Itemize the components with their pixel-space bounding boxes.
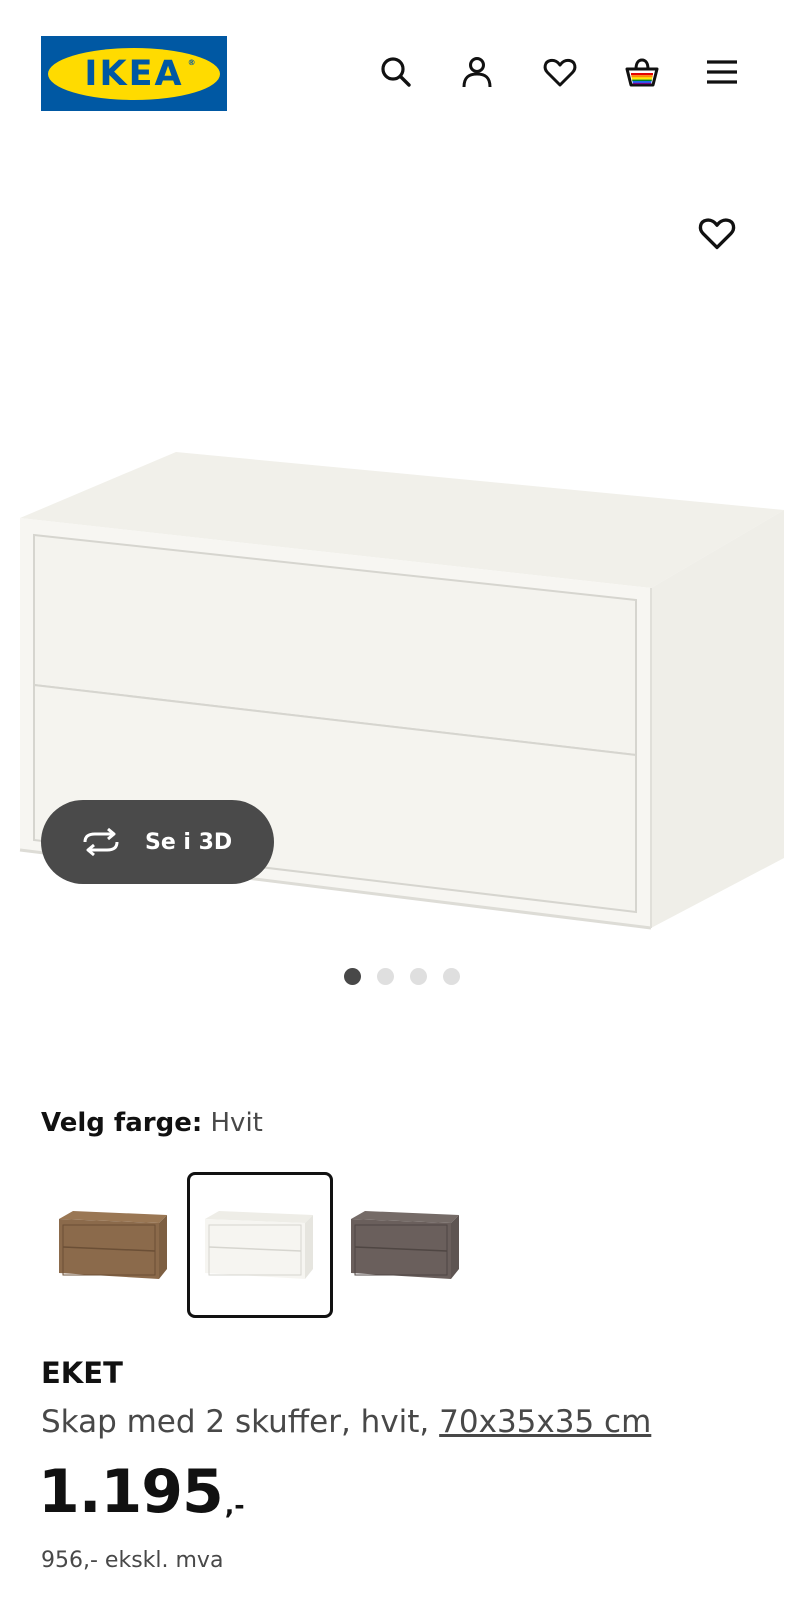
profile-icon[interactable]	[455, 50, 499, 94]
color-label: Velg farge:	[41, 1108, 203, 1138]
color-swatches	[41, 1172, 479, 1318]
product-gallery: Se i 3D	[0, 150, 800, 1020]
color-swatch-walnut[interactable]	[41, 1172, 187, 1318]
view-in-3d-label: Se i 3D	[145, 829, 233, 855]
logo-oval: IKEA ®	[48, 47, 220, 100]
selected-color-value: Hvit	[210, 1108, 263, 1138]
favourites-icon[interactable]	[538, 50, 582, 94]
color-swatch-dark-grey[interactable]	[333, 1172, 479, 1318]
price-excluding-vat: 956,- ekskl. mva	[41, 1548, 224, 1573]
site-header: IKEA ®	[0, 0, 800, 150]
gallery-pagination	[0, 968, 800, 985]
shopping-bag-icon[interactable]	[620, 50, 664, 94]
color-swatch-white[interactable]	[187, 1172, 333, 1318]
product-name: EKET	[41, 1356, 123, 1390]
color-selector-heading: Velg farge: Hvit	[41, 1108, 263, 1138]
view-in-3d-button[interactable]: Se i 3D	[41, 800, 274, 884]
ikea-logo[interactable]: IKEA ®	[41, 36, 227, 111]
logo-text: IKEA ®	[84, 53, 198, 94]
gallery-dot-3[interactable]	[410, 968, 427, 985]
gallery-dot-1[interactable]	[344, 968, 361, 985]
rotate-3d-icon	[83, 827, 119, 857]
add-to-favourites-heart-icon[interactable]	[692, 208, 742, 258]
price-integer: 1.195	[38, 1457, 224, 1527]
menu-icon[interactable]	[700, 50, 744, 94]
product-description: Skap med 2 skuffer, hvit, 70x35x35 cm	[41, 1404, 651, 1440]
search-icon[interactable]	[374, 50, 418, 94]
product-dimensions-link[interactable]: 70x35x35 cm	[439, 1404, 651, 1440]
gallery-dot-2[interactable]	[377, 968, 394, 985]
price-suffix: ,-	[224, 1491, 245, 1520]
product-price: 1.195 ,-	[38, 1462, 245, 1522]
product-type-text: Skap med 2 skuffer, hvit,	[41, 1404, 440, 1440]
gallery-dot-4[interactable]	[443, 968, 460, 985]
